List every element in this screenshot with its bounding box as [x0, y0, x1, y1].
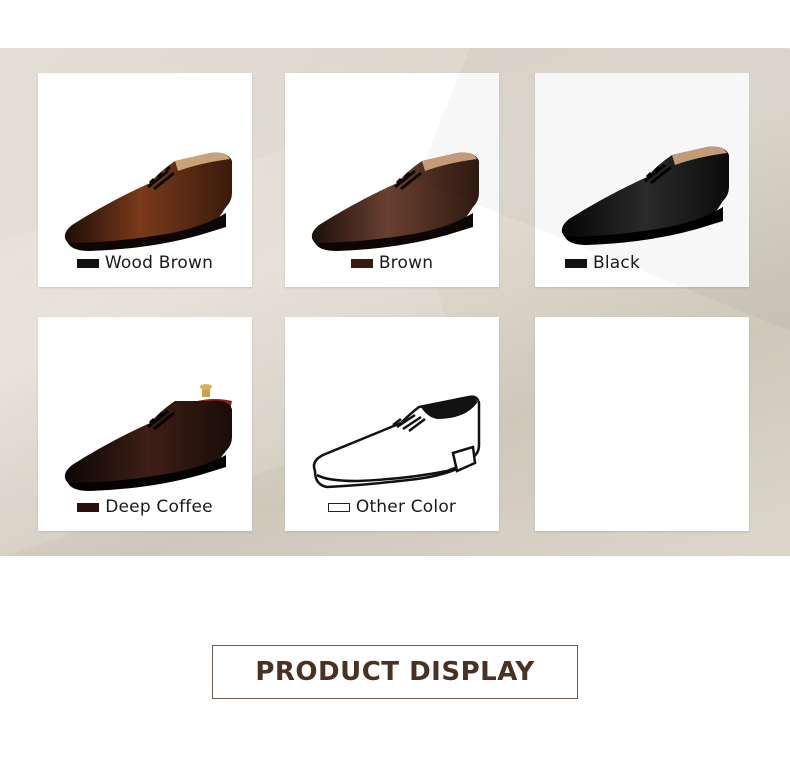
oxford-shoe-icon	[561, 146, 729, 245]
empty-card	[535, 317, 749, 531]
color-name: Wood Brown	[104, 253, 214, 273]
color-options-panel: Wood Brown Brown Black Deep Coffee Other…	[0, 48, 790, 556]
color-swatch	[76, 258, 99, 268]
oxford-shoe-icon	[64, 152, 232, 251]
color-card-black[interactable]: Black	[535, 73, 749, 287]
color-name: Brown	[378, 253, 434, 273]
color-option-label: Wood Brown	[38, 253, 252, 273]
color-name: Other Color	[355, 497, 457, 517]
section-title-box: PRODUCT DISPLAY	[212, 645, 578, 699]
oxford-shoe-icon	[64, 384, 232, 491]
oxford-shoe-icon	[311, 152, 479, 251]
color-name: Deep Coffee	[105, 497, 213, 517]
shoe-outline-icon	[312, 395, 481, 489]
color-card-other-color[interactable]: Other Color	[285, 317, 499, 531]
color-option-label: Black	[535, 253, 749, 273]
section-title: PRODUCT DISPLAY	[255, 657, 535, 687]
color-option-label: Other Color	[285, 497, 499, 517]
color-option-label: Brown	[285, 253, 499, 273]
color-card-brown[interactable]: Brown	[285, 73, 499, 287]
color-swatch	[77, 502, 100, 512]
color-card-wood-brown[interactable]: Wood Brown	[38, 73, 252, 287]
color-swatch	[565, 258, 587, 268]
color-option-label: Deep Coffee	[38, 497, 252, 517]
color-swatch	[350, 258, 373, 268]
color-swatch	[327, 502, 350, 512]
color-name: Black	[593, 253, 640, 273]
color-card-deep-coffee[interactable]: Deep Coffee	[38, 317, 252, 531]
